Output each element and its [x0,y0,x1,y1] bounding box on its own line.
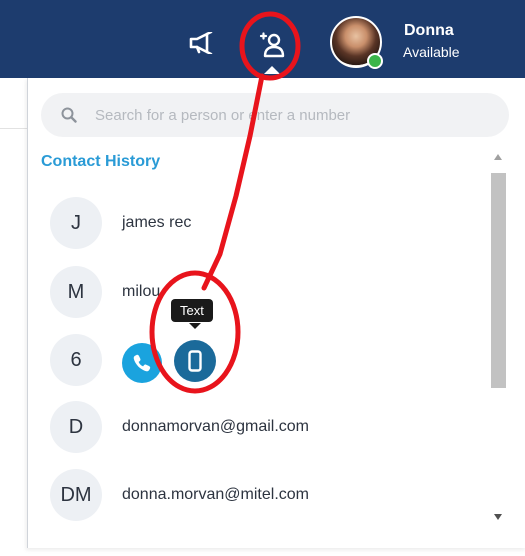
search-icon [61,106,79,124]
user-avatar-button[interactable] [330,16,383,69]
contact-initials: D [50,401,102,453]
scrollbar[interactable] [489,148,509,556]
call-button[interactable] [122,343,162,383]
search-input[interactable] [93,105,477,125]
scroll-up-arrow-icon[interactable] [494,154,502,160]
contact-history-title: Contact History [41,153,161,170]
contact-name: james rec [122,214,192,231]
contact-initials: DM [50,469,102,521]
scroll-thumb[interactable] [491,173,506,388]
user-status: Available [403,44,460,60]
contact-row[interactable]: D donnamorvan@gmail.com [50,401,470,453]
contact-initials: 6 [50,334,102,386]
dropdown-caret [264,66,280,74]
contact-name: milou [122,283,161,300]
contacts-icon [259,32,285,58]
contact-row[interactable]: DM donna.morvan@mitel.com [50,469,470,521]
contact-row[interactable]: 6 [50,334,470,386]
contacts-button[interactable] [255,28,289,62]
contact-initials: M [50,266,102,318]
background-divider [0,128,28,129]
contact-name: donnamorvan@gmail.com [122,418,309,435]
tooltip-text: Text [171,299,213,322]
contact-row[interactable]: M milou [50,266,470,318]
scroll-down-arrow-icon[interactable] [494,514,502,520]
phone-icon [133,354,151,372]
contact-row[interactable]: J james rec [50,197,470,249]
search-bar[interactable] [41,93,509,137]
tooltip-arrow [189,323,201,329]
presence-indicator [367,53,383,69]
mobile-icon [188,350,202,372]
text-button[interactable] [174,340,216,382]
megaphone-icon[interactable] [186,28,216,58]
user-name: Donna [404,22,454,39]
contact-name: donna.morvan@mitel.com [122,486,309,503]
contact-initials: J [50,197,102,249]
top-navigation-bar: Donna Available [0,0,525,78]
